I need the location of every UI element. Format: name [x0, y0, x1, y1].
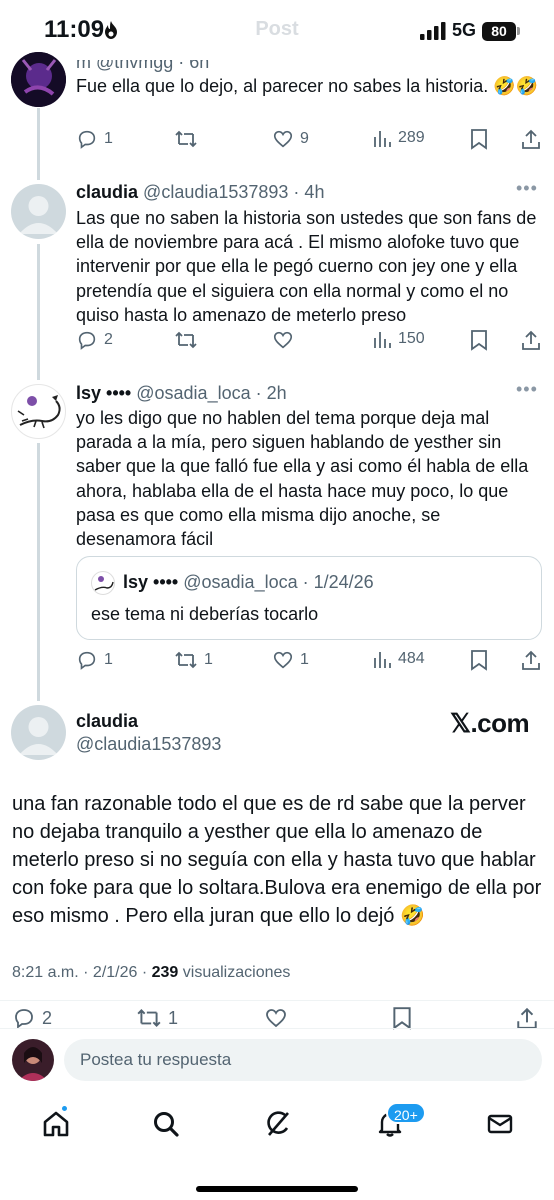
more-options-icon[interactable]: ••• [516, 379, 538, 400]
reply-icon [15, 1009, 33, 1029]
avatar[interactable] [11, 384, 66, 439]
chart-icon [374, 131, 391, 147]
tweet-header: lsy •••• @osadia_loca · 2h [76, 383, 287, 404]
reply-button[interactable]: 2 [12, 1006, 52, 1030]
chart-icon [374, 332, 391, 348]
like-button[interactable] [272, 329, 300, 351]
x-com-watermark: 𝕏.com [450, 708, 530, 738]
like-button[interactable]: 9 [272, 128, 309, 150]
user-name[interactable]: claudia [76, 182, 138, 202]
tab-search[interactable] [146, 1104, 186, 1144]
heart-icon [273, 331, 293, 349]
tab-home[interactable] [36, 1104, 76, 1144]
search-icon [154, 1112, 179, 1137]
repost-icon [137, 1009, 161, 1027]
repost-icon [175, 130, 197, 148]
thread-line [37, 443, 40, 701]
reply-icon [78, 651, 96, 670]
tweet-text: yo les digo que no hablen del tema porqu… [76, 408, 529, 550]
main-author-name[interactable]: claudia [76, 711, 138, 732]
avatar[interactable] [11, 184, 66, 239]
scorpion-avatar-icon [17, 395, 61, 429]
quoted-avatar [91, 571, 115, 595]
reply-button[interactable]: 1 [76, 649, 113, 671]
chart-icon [374, 652, 391, 668]
grok-icon [267, 1111, 289, 1136]
share-button[interactable] [520, 329, 542, 351]
views-button[interactable]: 484 [372, 649, 425, 669]
share-button[interactable] [520, 649, 542, 671]
divider [0, 1000, 554, 1001]
reply-icon [78, 331, 96, 350]
thread-line [37, 244, 40, 380]
bookmark-icon [471, 129, 487, 150]
divider [0, 1028, 554, 1029]
bookmark-button[interactable] [470, 128, 488, 150]
tweet-text: Fue ella que lo dejo, al parecer no sabe… [76, 76, 539, 96]
mail-icon [487, 1114, 513, 1134]
views-count: 239 [151, 964, 179, 981]
quoted-text: ese tema ni deberías tocarlo [91, 604, 319, 624]
default-avatar-icon [19, 196, 58, 234]
battery-cap [517, 27, 520, 35]
share-button[interactable] [520, 128, 542, 150]
tweet-header: claudia @claudia1537893 · 4h [76, 182, 324, 203]
tweet-actions: 1 9 289 [76, 128, 546, 154]
repost-icon [175, 331, 197, 349]
avatar[interactable] [11, 705, 66, 760]
home-icon [43, 1111, 69, 1137]
heart-icon [273, 130, 293, 148]
user-handle: @osadia_loca · 2h [136, 383, 287, 403]
heart-icon [266, 1009, 286, 1028]
bookmark-button[interactable] [392, 1006, 412, 1030]
views-button[interactable]: 289 [372, 128, 425, 148]
thread-line [37, 108, 40, 180]
status-bar: 11:09 Post 5G 80 [0, 0, 554, 64]
heart-icon [273, 651, 293, 669]
bookmark-icon [393, 1007, 411, 1030]
notification-badge: 20+ [386, 1102, 426, 1124]
repost-button[interactable] [174, 128, 204, 150]
reply-input[interactable]: Postea tu respuesta [64, 1039, 542, 1081]
main-author-handle: @claudia1537893 [76, 734, 222, 754]
tweet-actions: 2 150 [76, 329, 546, 355]
network-label: 5G [452, 20, 477, 40]
repost-button[interactable]: 1 [136, 1006, 178, 1030]
tweet-actions: 1 1 1 484 [76, 649, 546, 675]
signal-icon [420, 22, 446, 40]
user-handle: @claudia1537893 · 4h [143, 182, 325, 202]
repost-button[interactable] [174, 329, 204, 351]
like-button[interactable] [264, 1006, 288, 1030]
share-icon [522, 650, 540, 670]
tab-grok[interactable] [258, 1104, 298, 1144]
battery-indicator: 80 [482, 22, 516, 41]
repost-icon [175, 651, 197, 669]
share-icon [522, 330, 540, 350]
share-icon [522, 129, 540, 149]
tab-messages[interactable] [480, 1104, 520, 1144]
reply-button[interactable]: 2 [76, 329, 113, 351]
my-avatar[interactable] [12, 1039, 54, 1081]
tweet-meta: 8:21 a.m. · 2/1/26 · 239 visualizaciones [12, 964, 291, 981]
home-unread-dot [60, 1104, 69, 1113]
share-icon [517, 1007, 537, 1029]
quoted-header: lsy •••• @osadia_loca · 1/24/26 [123, 572, 374, 592]
quoted-tweet[interactable]: lsy •••• @osadia_loca · 1/24/26 ese tema… [76, 556, 542, 640]
home-indicator [196, 1186, 358, 1192]
reply-button[interactable]: 1 [76, 128, 113, 150]
tweet-text: Las que no saben la historia son ustedes… [76, 208, 537, 325]
more-options-icon[interactable]: ••• [516, 178, 538, 199]
user-name[interactable]: lsy •••• [76, 383, 131, 403]
share-button[interactable] [515, 1006, 539, 1030]
main-tweet-text: una fan razonable todo el que es de rd s… [12, 793, 542, 927]
like-button[interactable]: 1 [272, 649, 309, 671]
default-avatar-icon [19, 717, 58, 755]
reply-icon [78, 130, 96, 149]
views-button[interactable]: 150 [372, 329, 425, 349]
bookmark-button[interactable] [470, 329, 488, 351]
bookmark-icon [471, 330, 487, 351]
repost-button[interactable]: 1 [174, 649, 213, 671]
bookmark-button[interactable] [470, 649, 488, 671]
bookmark-icon [471, 650, 487, 671]
